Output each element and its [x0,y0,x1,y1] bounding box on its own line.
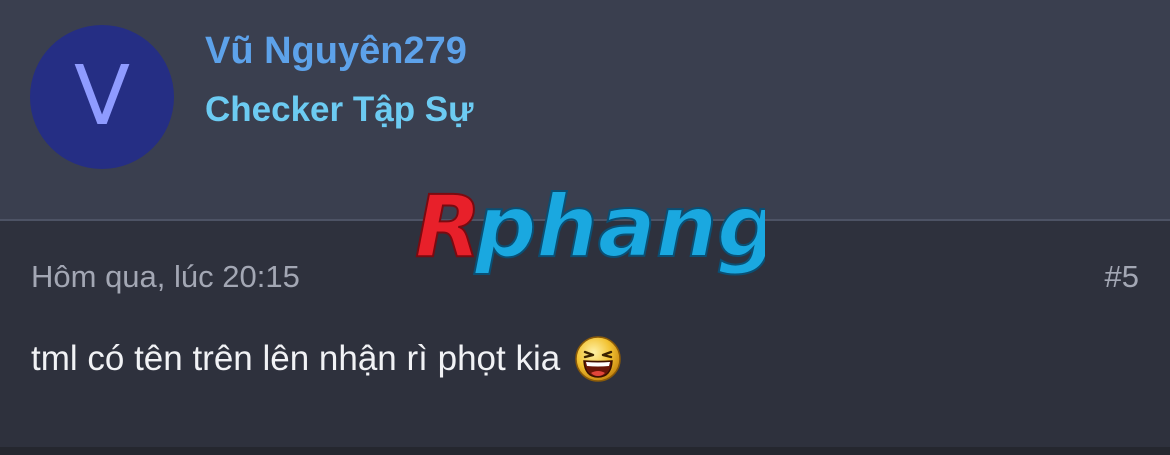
message-text: tml có tên trên lên nhận rì phọt kia [31,339,561,378]
post-author-header: V Vũ Nguyên279 Checker Tập Sự [0,0,1170,221]
message-body: Hôm qua, lúc 20:15 #5 tml có tên trên lê… [0,221,1170,447]
post-number-link[interactable]: #5 [1105,259,1139,295]
username-link[interactable]: Vũ Nguyên279 [205,30,467,73]
post-timestamp[interactable]: Hôm qua, lúc 20:15 [31,259,300,295]
post-divider [0,447,1170,455]
avatar[interactable]: V [30,25,174,169]
user-title: Checker Tập Sự [205,90,474,129]
laughing-smiley-icon [575,336,621,382]
forum-post: V Vũ Nguyên279 Checker Tập Sự Hôm qua, l… [0,0,1170,455]
message-content: tml có tên trên lên nhận rì phọt kia [31,335,622,383]
avatar-letter: V [73,49,131,144]
